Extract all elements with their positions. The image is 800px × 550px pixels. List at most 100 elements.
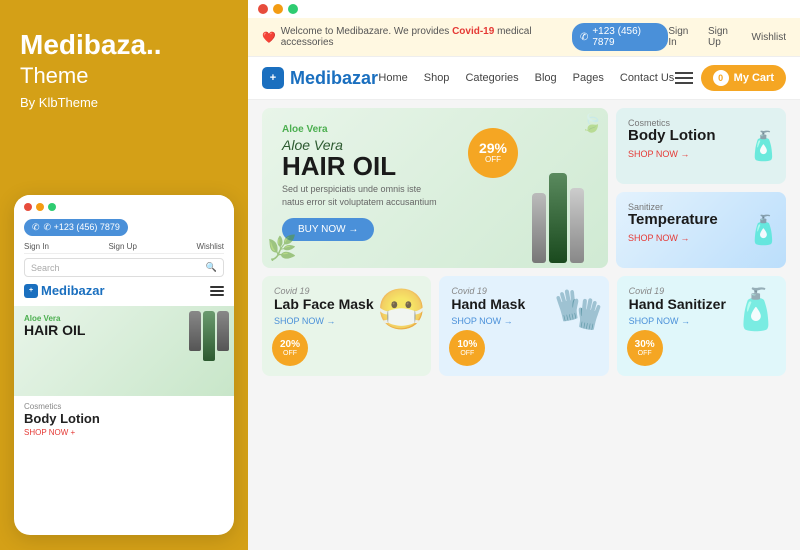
mobile-hero-banner: Aloe Vera HAIR OIL: [14, 306, 234, 396]
phone-icon: ✆: [32, 222, 40, 233]
side-card-body-lotion[interactable]: Cosmetics Body Lotion SHOP NOW → 🧴: [616, 108, 786, 184]
bottom-card-hand-sanitizer[interactable]: Covid 19 Hand Sanitizer SHOP NOW → 30% O…: [617, 276, 786, 376]
mobile-phone-number: ✆ +123 (456) 7879: [44, 222, 120, 233]
left-panel: Medibaza.. Theme By KlbTheme ✆ ✆ +123 (4…: [0, 0, 248, 550]
side-cards: Cosmetics Body Lotion SHOP NOW → 🧴 Sanit…: [616, 108, 786, 268]
discount-sub-3: OFF: [638, 350, 652, 358]
phone-number: +123 (456) 7879: [592, 26, 660, 48]
mobile-bottle-2: [203, 311, 215, 361]
nav-categories[interactable]: Categories: [465, 72, 518, 84]
mobile-dots: [24, 203, 224, 211]
mobile-shop-now-link[interactable]: SHOP NOW +: [24, 428, 224, 437]
hero-discount-sub: OFF: [485, 156, 501, 165]
bottom-card-2-discount: 10% OFF: [449, 330, 485, 366]
mobile-search-placeholder: Search: [31, 263, 60, 273]
cart-count: 0: [713, 70, 729, 86]
nav-blog[interactable]: Blog: [535, 72, 557, 84]
mobile-mockup: ✆ ✆ +123 (456) 7879 Sign In Sign Up Wish…: [14, 195, 234, 535]
hero-bottle-1: [532, 193, 546, 263]
discount-pct-3: 30%: [635, 339, 655, 350]
nav-hamburger-icon[interactable]: [675, 72, 693, 84]
hamburger-line: [675, 82, 693, 84]
nav-contact[interactable]: Contact Us: [620, 72, 674, 84]
discount-pct-2: 10%: [457, 339, 477, 350]
nav-logo-text: Medibazar: [290, 68, 378, 89]
hero-discount-pct: 29%: [479, 141, 507, 156]
dot-yellow: [36, 203, 44, 211]
mobile-search-bar[interactable]: Search 🔍: [24, 258, 224, 277]
desktop-dots: [258, 4, 298, 14]
hero-banner: Aloe Vera Aloe Vera HAIR OIL Sed ut pers…: [262, 108, 608, 268]
announcement-left: ❤️ Welcome to Medibazare. We provides Co…: [262, 23, 668, 51]
mobile-signin[interactable]: Sign In: [24, 242, 49, 251]
mobile-logo-text: Medibazar: [41, 283, 105, 298]
nav-actions: 0 My Cart: [675, 65, 786, 91]
desktop-dot-green: [288, 4, 298, 14]
mobile-body-lotion-card: Cosmetics Body Lotion SHOP NOW +: [14, 396, 234, 443]
hamburger-line: [210, 286, 224, 288]
mobile-card-category: Cosmetics: [24, 402, 224, 411]
app-subtitle: Theme: [20, 63, 228, 89]
announcement-text: Welcome to Medibazare. We provides Covid…: [281, 26, 567, 48]
bottom-card-2-visual: 🧤: [554, 286, 604, 333]
bottom-card-face-mask[interactable]: Covid 19 Lab Face Mask SHOP NOW → 20% OF…: [262, 276, 431, 376]
side-card-1-shop-text: SHOP NOW →: [628, 149, 689, 159]
announcement-bar: ❤️ Welcome to Medibazare. We provides Co…: [248, 18, 800, 57]
mobile-bottle-3: [217, 311, 229, 351]
hamburger-line: [675, 77, 693, 79]
hero-bottle-3: [570, 188, 584, 263]
mobile-hero-bottles: [189, 311, 229, 361]
hamburger-line: [210, 294, 224, 296]
bottom-card-hand-mask[interactable]: Covid 19 Hand Mask SHOP NOW → 10% OFF 🧤: [439, 276, 608, 376]
mobile-wishlist[interactable]: Wishlist: [196, 242, 224, 251]
bottom-card-3-shop-text: SHOP NOW →: [629, 316, 690, 326]
mobile-shop-now-text: SHOP NOW +: [24, 428, 75, 437]
mobile-signup[interactable]: Sign Up: [108, 242, 136, 251]
mobile-logo: + Medibazar: [24, 283, 105, 298]
hamburger-line: [675, 72, 693, 74]
desktop-mockup: ❤️ Welcome to Medibazare. We provides Co…: [248, 0, 800, 550]
hero-bottle-2: [549, 173, 567, 263]
cart-button[interactable]: 0 My Cart: [701, 65, 786, 91]
hamburger-line: [210, 290, 224, 292]
app-title: Medibaza..: [20, 30, 228, 61]
bottom-card-3-discount: 30% OFF: [627, 330, 663, 366]
sign-in-link[interactable]: Sign In: [668, 26, 696, 48]
wishlist-link[interactable]: Wishlist: [752, 32, 786, 43]
nav-pages[interactable]: Pages: [573, 72, 604, 84]
side-card-sanitizer[interactable]: Sanitizer Temperature SHOP NOW → 🧴: [616, 192, 786, 268]
sign-up-link[interactable]: Sign Up: [708, 26, 740, 48]
nav-logo-icon: +: [262, 67, 284, 89]
bottom-card-1-shop-text: SHOP NOW →: [274, 316, 335, 326]
phone-icon: ✆: [580, 32, 588, 43]
nav-links: Home Shop Categories Blog Pages Contact …: [378, 72, 674, 84]
mobile-bottle-1: [189, 311, 201, 351]
bottom-card-1-visual: 😷: [377, 286, 427, 333]
hero-description: Sed ut perspiciatis unde omnis iste natu…: [282, 183, 442, 208]
mobile-logo-icon: +: [24, 284, 38, 298]
discount-sub-2: OFF: [460, 350, 474, 358]
bottom-cards-row: Covid 19 Lab Face Mask SHOP NOW → 20% OF…: [248, 276, 800, 384]
dot-red: [24, 203, 32, 211]
hero-leaf-decoration: 🌿: [267, 234, 297, 263]
desktop-top-bar: [248, 0, 800, 18]
desktop-dot-yellow: [273, 4, 283, 14]
nav-logo[interactable]: + Medibazar: [262, 67, 378, 89]
app-by: By KlbTheme: [20, 95, 228, 110]
covid-link[interactable]: Covid-19: [452, 26, 494, 37]
mobile-card-title: Body Lotion: [24, 411, 224, 426]
mobile-logo-row: + Medibazar: [24, 283, 224, 298]
bottom-card-3-visual: 🧴: [731, 286, 781, 333]
mobile-top-bar: ✆ ✆ +123 (456) 7879 Sign In Sign Up Wish…: [14, 195, 234, 306]
discount-sub-1: OFF: [283, 350, 297, 358]
nav-home[interactable]: Home: [378, 72, 407, 84]
nav-bar: + Medibazar Home Shop Categories Blog Pa…: [248, 57, 800, 100]
desktop-dot-red: [258, 4, 268, 14]
nav-shop[interactable]: Shop: [424, 72, 450, 84]
phone-badge[interactable]: ✆ +123 (456) 7879: [572, 23, 668, 51]
hero-leaf-top-decoration: 🍃: [581, 113, 603, 134]
main-content: Aloe Vera Aloe Vera HAIR OIL Sed ut pers…: [248, 100, 800, 276]
mobile-hamburger-icon[interactable]: [210, 286, 224, 296]
mobile-phone-badge[interactable]: ✆ ✆ +123 (456) 7879: [24, 219, 128, 236]
side-card-1-image: 🧴: [746, 130, 781, 163]
